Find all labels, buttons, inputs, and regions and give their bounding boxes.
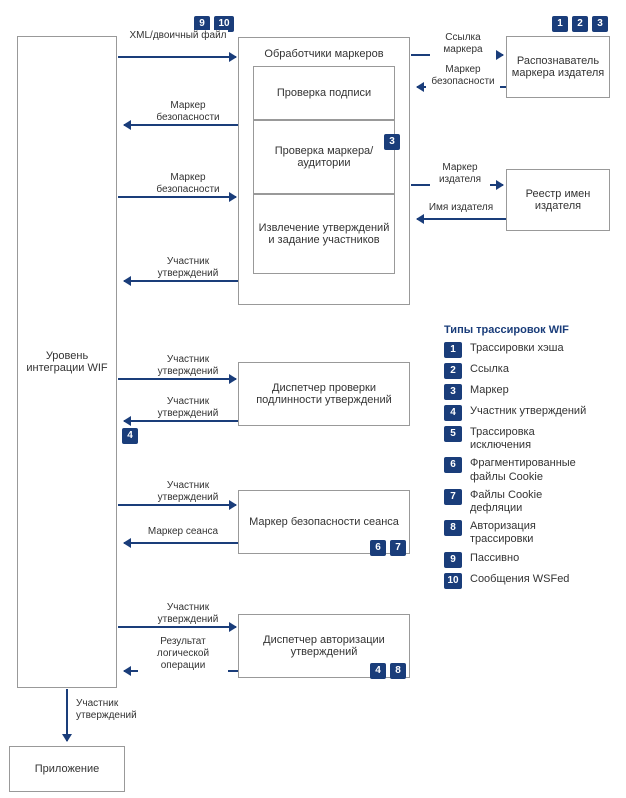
handlers-title: Обработчики маркеров <box>264 42 383 66</box>
legend-row: 4 Участник утверждений <box>444 405 614 421</box>
label-claims-1: Участник утверждений <box>148 256 228 280</box>
legend-text: Маркер <box>470 384 509 397</box>
legend-row: 6 Фрагментированные файлы Cookie <box>444 457 614 483</box>
legend-text: Фрагментированные файлы Cookie <box>470 457 590 483</box>
auth-manager-box: Диспетчер проверки подлинности утвержден… <box>238 362 410 426</box>
legend-badge: 2 <box>444 363 462 379</box>
sig-check-box: Проверка подписи <box>253 66 395 120</box>
label-claims-auth-in: Участник утверждений <box>148 354 228 378</box>
arrow-xmlbin <box>118 56 236 58</box>
label-logicres: Результат логической операции <box>138 636 228 672</box>
legend-text: Сообщения WSFed <box>470 573 569 586</box>
label-pubname: Имя издателя <box>424 202 498 214</box>
badge-1-top: 1 <box>552 16 568 32</box>
badge-4-authz: 4 <box>370 663 386 679</box>
app-box: Приложение <box>9 746 125 792</box>
legend-row: 9 Пассивно <box>444 552 614 568</box>
arrow-to-app <box>66 689 68 741</box>
legend-row: 7 Файлы Cookie дефляции <box>444 489 614 515</box>
legend: Типы трассировок WIF 1Трассировки хэша2С… <box>444 324 614 594</box>
extract-claims-label: Извлечение утверждений и задание участни… <box>258 222 390 246</box>
badge-3-handlers: 3 <box>384 134 400 150</box>
arrow-sess-out <box>124 542 238 544</box>
auth-manager-label: Диспетчер проверки подлинности утвержден… <box>243 382 405 406</box>
extract-claims-box: Извлечение утверждений и задание участни… <box>253 194 395 274</box>
authz-manager-label: Диспетчер авторизации утверждений <box>243 634 405 658</box>
app-label: Приложение <box>35 763 100 775</box>
registry-label: Реестр имен издателя <box>511 188 605 212</box>
label-claims-authz-in: Участник утверждений <box>148 602 228 626</box>
label-secmark-1: Маркер безопасности <box>148 100 228 124</box>
legend-text: Пассивно <box>470 552 519 565</box>
arrow-claims-authz-in <box>118 626 236 628</box>
arrow-claims-1 <box>124 280 238 282</box>
legend-row: 1 Трассировки хэша <box>444 342 614 358</box>
legend-badge: 10 <box>444 573 462 589</box>
arrow-claims-auth-in <box>118 378 236 380</box>
legend-badge: 4 <box>444 405 462 421</box>
wif-integration-box: Уровень интеграции WIF <box>17 36 117 688</box>
badge-4-auth: 4 <box>122 428 138 444</box>
token-audience-label: Проверка маркера/аудитории <box>258 145 390 169</box>
label-pubmark: Маркер издателя <box>430 162 490 186</box>
handlers-box: Обработчики маркеров Проверка подписи Пр… <box>238 37 410 305</box>
legend-badge: 9 <box>444 552 462 568</box>
legend-row: 5 Трассировка исключения <box>444 426 614 452</box>
legend-text: Файлы Cookie дефляции <box>470 489 590 515</box>
label-secmark-rec: Маркер безопасности <box>426 64 500 88</box>
arrow-claims-auth-out <box>124 420 238 422</box>
label-secmark-2: Маркер безопасности <box>148 172 228 196</box>
registry-box: Реестр имен издателя <box>506 169 610 231</box>
legend-badge: 6 <box>444 457 462 473</box>
label-sess-out: Маркер сеанса <box>138 526 228 538</box>
legend-row: 3 Маркер <box>444 384 614 400</box>
label-to-app: Участник утверждений <box>76 698 156 722</box>
legend-row: 8 Авторизация трассировки <box>444 520 614 546</box>
label-markref: Ссылка маркера <box>430 32 496 56</box>
legend-text: Трассировка исключения <box>470 426 590 452</box>
legend-badge: 8 <box>444 520 462 536</box>
token-audience-box: Проверка маркера/аудитории <box>253 120 395 194</box>
badge-7-session: 7 <box>390 540 406 556</box>
legend-badge: 1 <box>444 342 462 358</box>
legend-badge: 5 <box>444 426 462 442</box>
legend-text: Трассировки хэша <box>470 342 564 355</box>
label-claims-auth-out: Участник утверждений <box>148 396 228 420</box>
legend-title: Типы трассировок WIF <box>444 324 614 336</box>
arrow-pubname <box>417 218 506 220</box>
badge-8-authz: 8 <box>390 663 406 679</box>
legend-badge: 7 <box>444 489 462 505</box>
sig-check-label: Проверка подписи <box>277 87 371 99</box>
legend-row: 2 Ссылка <box>444 363 614 379</box>
label-xmlbin: XML/двоичный файл <box>128 30 228 42</box>
recognizer-label: Распознаватель маркера издателя <box>511 55 605 79</box>
badge-3-top: 3 <box>592 16 608 32</box>
legend-badge: 3 <box>444 384 462 400</box>
badge-6-session: 6 <box>370 540 386 556</box>
legend-text: Участник утверждений <box>470 405 586 418</box>
legend-text: Ссылка <box>470 363 509 376</box>
wif-label: Уровень интеграции WIF <box>22 350 112 374</box>
arrow-claims-sess-in <box>118 504 236 506</box>
arrow-secmark-1 <box>124 124 238 126</box>
legend-row: 10 Сообщения WSFed <box>444 573 614 589</box>
recognizer-box: Распознаватель маркера издателя <box>506 36 610 98</box>
label-claims-sess-in: Участник утверждений <box>148 480 228 504</box>
arrow-secmark-2 <box>118 196 236 198</box>
legend-text: Авторизация трассировки <box>470 520 590 546</box>
session-token-label: Маркер безопасности сеанса <box>249 516 399 528</box>
badge-2-top: 2 <box>572 16 588 32</box>
